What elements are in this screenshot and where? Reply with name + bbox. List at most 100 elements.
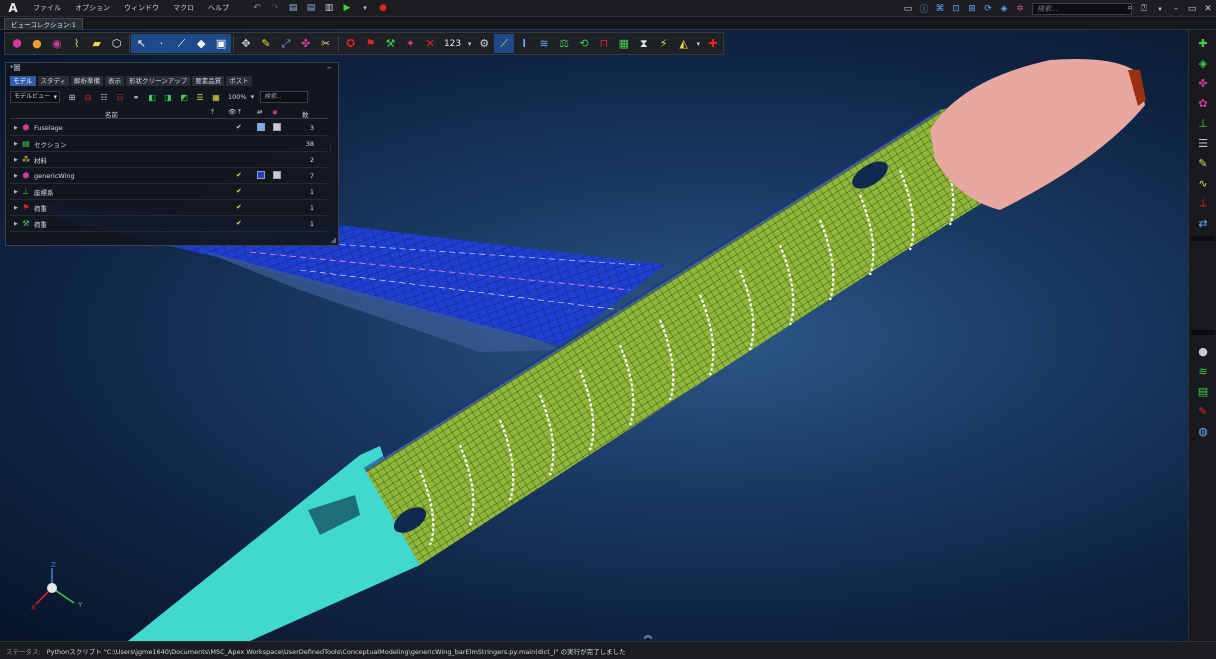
visible-check-icon[interactable]: ✔ [236,123,242,131]
constraint-icon[interactable]: ⚒ [380,34,400,53]
layers-icon[interactable]: ≋ [534,34,554,53]
undo-icon[interactable]: ↶ [249,1,265,15]
stiffener-icon[interactable]: ▦ [614,34,634,53]
close-icon[interactable]: ✕ [1202,3,1214,15]
beam-icon[interactable]: ⟋ [494,34,515,53]
run-script-icon[interactable]: ▶ [339,1,355,15]
visible-check-icon[interactable]: ✔ [236,203,242,211]
measure-icon[interactable]: ⤢ [276,34,296,53]
tree-row-load-2[interactable]: ▶ ⚒ 荷重 ✔ 1 [10,216,328,232]
select-point-icon[interactable]: · [151,34,172,53]
i-beam-icon[interactable]: 𝐈 [514,34,534,53]
attributes-icon[interactable]: ⚙ [474,34,494,53]
menu-macro[interactable]: マクロ [166,0,201,17]
results-dropdown-icon[interactable]: ▾ [694,34,703,53]
panel-search-input[interactable]: 検索... [260,91,309,103]
tree-row-load-1[interactable]: ▶ ⚑ 荷重 ✔ 1 [10,200,328,216]
flower-icon[interactable]: ✿ [1193,94,1213,112]
visible-check-icon[interactable]: ✔ [236,187,242,195]
solver-icon[interactable]: ⚡ [654,34,674,53]
color-swatch[interactable] [257,171,265,179]
tree-row-coordinate-system[interactable]: ▶ ⊥ 座標系 ✔ 1 [10,184,328,200]
solid-icon[interactable]: ● [27,34,47,53]
surface-icon[interactable]: ▰ [87,34,107,53]
collapse-all-icon[interactable]: ⊟ [80,91,96,103]
list-view-icon[interactable]: ☰ [192,91,208,103]
visibility-column-icon[interactable]: 👁 [228,108,236,116]
tab-display[interactable]: 表示 [105,76,125,86]
expand-all-icon[interactable]: ⊞ [64,91,80,103]
load-icon[interactable]: ✦ [400,34,420,53]
sort-icon[interactable]: ⤒ [211,108,214,117]
color-swatch[interactable] [257,123,265,131]
menu-options[interactable]: オプション [68,0,117,17]
menu-help[interactable]: ヘルプ [201,0,236,17]
tab-analysis-prep[interactable]: 解析準備 [71,76,104,86]
redo-icon[interactable]: ↷ [267,1,283,15]
dropdown-icon[interactable]: ▾ [1154,3,1166,15]
boundary-icon[interactable]: ⚑ [361,34,381,53]
color-column-icon[interactable]: ◉ [272,108,278,116]
hide-icon[interactable]: ◩ [176,91,192,103]
transform-icon[interactable]: ✥ [236,34,256,53]
expand-icon[interactable]: ▶ [10,125,20,131]
minimize-icon[interactable]: – [1170,3,1182,15]
panel-splitter[interactable]: ⋮ [327,145,334,153]
part-icon[interactable]: ⬢ [7,34,27,53]
display-icon[interactable]: ▭ [902,3,914,15]
list-icon[interactable]: ☰ [1193,134,1213,152]
expand-icon[interactable]: ▶ [10,173,20,179]
tab-model[interactable]: モデル [10,76,36,86]
expand-icon[interactable]: ▶ [10,189,20,195]
geometry-icon[interactable]: ◈ [1193,54,1213,72]
maximize-icon[interactable]: ▭ [1186,3,1198,15]
sphere-icon[interactable]: ● [1193,342,1213,360]
rotate-icon[interactable]: ⟳ [982,3,994,15]
tree-row-generic-wing[interactable]: ▶ ⬢ genericWing ✔ 7 [10,168,328,184]
mass-icon[interactable]: ⚖ [554,34,574,53]
add-part-icon[interactable]: ✚ [1193,34,1213,52]
chevron-up-icon[interactable]: ︽ [640,628,656,641]
stack-icon[interactable]: ▤ [1193,382,1213,400]
record-macro-icon[interactable]: ● [375,1,391,15]
isolate-icon[interactable]: ◨ [160,91,176,103]
table-icon[interactable]: ▦ [208,91,224,103]
link-icon[interactable]: ⚭ [128,91,144,103]
point-tool-icon[interactable]: ✎ [256,34,276,53]
menu-window[interactable]: ウィンドウ [117,0,166,17]
visible-check-icon[interactable]: ✔ [236,219,242,227]
zoom-dropdown-icon[interactable]: ▾ [251,93,255,101]
tab-study[interactable]: スタディ [37,76,70,86]
assembly-icon[interactable]: ◉ [47,34,67,53]
run-dropdown-icon[interactable]: ▾ [357,1,373,15]
numbering-tool[interactable]: 123 [440,34,465,53]
tree-row-section[interactable]: ▶ ▤ セクション 38 [10,136,328,152]
panel-minimize-icon[interactable]: – [327,63,331,72]
meshing-icon[interactable]: ✪ [341,34,361,53]
rigid-icon[interactable]: ⧗ [634,34,654,53]
tree-row-fuselage[interactable]: ▶ ⬢ Fuselage ✔ 3 [10,120,328,136]
settings-icon[interactable]: ✲ [1014,3,1026,15]
expand-icon[interactable]: ▶ [10,141,20,147]
column-count[interactable]: 数 [302,109,309,119]
expand-icon[interactable]: ▶ [10,221,20,227]
swap-column-icon[interactable]: ⇄ [257,108,262,116]
fit-view-icon[interactable]: ⊡ [950,3,962,15]
global-search-input[interactable] [1032,2,1132,15]
coordinate-system-icon[interactable]: ⊥ [1193,114,1213,132]
show-icon[interactable]: ◧ [144,91,160,103]
info-icon[interactable]: ⓘ [918,3,930,15]
numbering-dropdown-icon[interactable]: ▾ [465,34,474,53]
tab-element-quality[interactable]: 要素品質 [192,76,225,86]
visible-check-icon[interactable]: ✔ [236,171,242,179]
curve-icon[interactable]: ⌇ [67,34,87,53]
tab-post[interactable]: ポスト [226,76,252,86]
save-icon[interactable]: ▥ [321,1,337,15]
layers-green-icon[interactable]: ≋ [1193,362,1213,380]
filter-icon[interactable]: ☷ [96,91,112,103]
select-icon[interactable]: ↖ [131,34,152,53]
zoom-level[interactable]: 100% [224,93,251,101]
mesh-part-icon[interactable]: ⬡ [107,34,127,53]
material-icon[interactable]: ✤ [1193,74,1213,92]
paint-icon[interactable]: ✎ [1193,402,1213,420]
